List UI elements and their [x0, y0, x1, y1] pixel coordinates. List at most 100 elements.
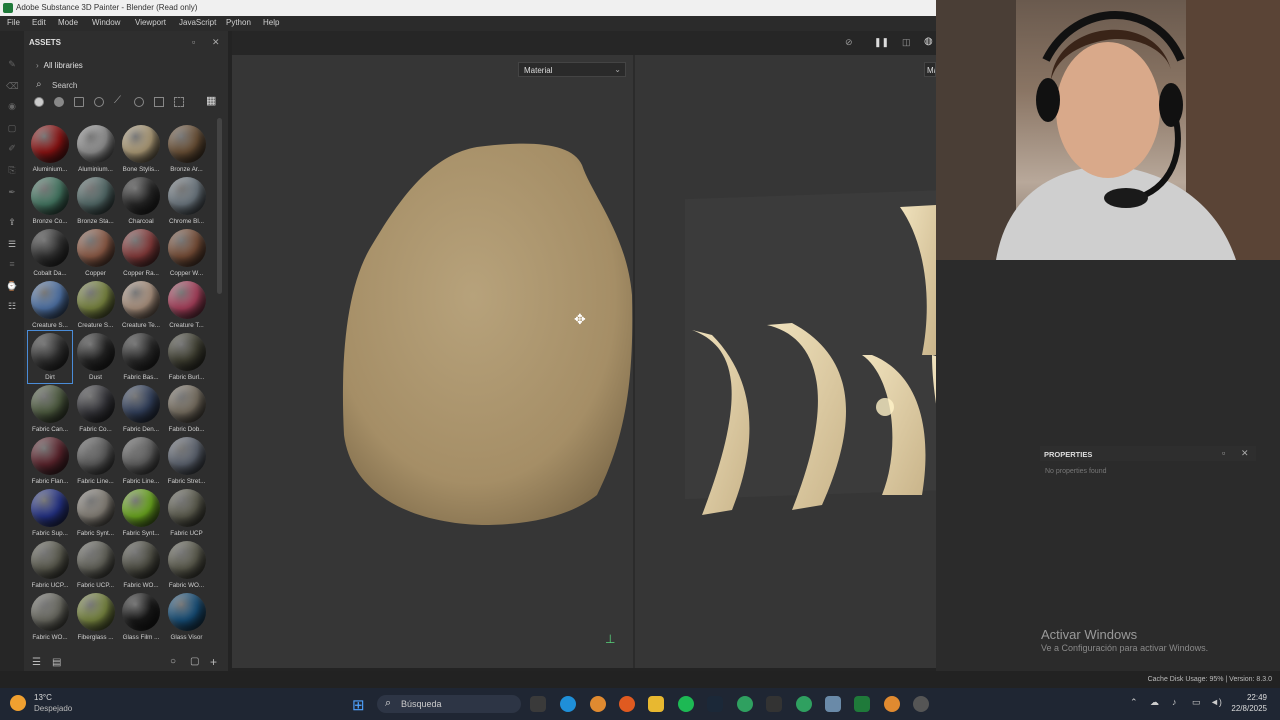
menu-edit[interactable]: Edit	[32, 18, 46, 27]
float-panel-icon[interactable]: ▫	[1222, 448, 1225, 458]
menu-help[interactable]: Help	[263, 18, 279, 27]
add-icon[interactable]: +	[210, 655, 217, 669]
asset-tile[interactable]: Copper	[74, 227, 118, 279]
asset-tile[interactable]: Aluminium...	[28, 123, 72, 175]
chrome-profile-icon[interactable]	[796, 696, 812, 712]
display-settings-icon[interactable]: ☷	[6, 301, 18, 311]
asset-tile[interactable]: Fabric Sup...	[28, 487, 72, 539]
paint-brush-icon[interactable]: ✎	[6, 59, 18, 69]
menu-window[interactable]: Window	[92, 18, 120, 27]
edge-icon[interactable]	[560, 696, 576, 712]
new-window-icon[interactable]: ▢	[190, 656, 199, 667]
visibility-icon[interactable]: ⊘	[845, 37, 853, 48]
weather-icon[interactable]	[10, 695, 26, 711]
material-dropdown[interactable]: Material ⌄	[518, 62, 626, 77]
asset-tile[interactable]: Creature Te...	[119, 279, 163, 331]
picker-icon[interactable]: ✒	[6, 187, 18, 197]
asset-tile[interactable]: Bronze Ar...	[165, 123, 209, 175]
asset-tile[interactable]: Fabric Line...	[74, 435, 118, 487]
viewport-divider[interactable]	[633, 55, 635, 668]
asset-tile[interactable]: Fabric Burl...	[165, 331, 209, 383]
float-panel-icon[interactable]: ▫	[192, 37, 195, 47]
blender-2-icon[interactable]	[884, 696, 900, 712]
clone-icon[interactable]: ⎘	[6, 165, 18, 175]
asset-tile[interactable]: Dirt	[27, 330, 73, 384]
assets-scrollbar[interactable]	[217, 118, 222, 294]
obs-icon[interactable]	[913, 696, 929, 712]
projection-icon[interactable]: ◉	[6, 101, 18, 111]
asset-tile[interactable]: Fabric Line...	[119, 435, 163, 487]
asset-tile[interactable]: Cobalt Da...	[28, 227, 72, 279]
filter-generator-icon[interactable]	[94, 97, 104, 107]
asset-tile[interactable]: Fabric UCP	[165, 487, 209, 539]
camera-icon[interactable]: ◍	[924, 36, 933, 47]
filter-environment-icon[interactable]	[174, 97, 184, 107]
asset-tile[interactable]: Fabric Synt...	[119, 487, 163, 539]
asset-tile[interactable]: Chrome Bl...	[165, 175, 209, 227]
clock-date[interactable]: 22/8/2025	[1231, 704, 1267, 713]
assets-search[interactable]: ⌕ Search	[32, 78, 220, 92]
asset-tile[interactable]: Glass Film ...	[119, 591, 163, 643]
filter-mask-icon[interactable]	[74, 97, 84, 107]
taskbar-search[interactable]: ⌕ Búsqueda	[377, 695, 521, 713]
split-view-icon[interactable]: ◫	[902, 37, 911, 48]
list-view-icon[interactable]: ☰	[32, 657, 41, 668]
photos-icon[interactable]	[825, 696, 841, 712]
windows-start-icon[interactable]: ⊞	[352, 696, 365, 714]
menu-python[interactable]: Python	[226, 18, 251, 27]
microphone-icon[interactable]: ♪	[1172, 697, 1177, 707]
asset-tile[interactable]: Charcoal	[119, 175, 163, 227]
chevron-up-icon[interactable]: ⌃	[1130, 697, 1138, 708]
menu-file[interactable]: File	[7, 18, 20, 27]
asset-tile[interactable]: Dust	[74, 331, 118, 383]
asset-tile[interactable]: Fabric Den...	[119, 383, 163, 435]
asset-tile[interactable]: Aluminium...	[74, 123, 118, 175]
unity-icon[interactable]	[766, 696, 782, 712]
menu-viewport[interactable]: Viewport	[135, 18, 166, 27]
file-explorer-icon[interactable]	[648, 696, 664, 712]
libraries-tree[interactable]: › All libraries	[36, 61, 83, 70]
steam-icon[interactable]	[707, 696, 723, 712]
filter-material-icon[interactable]	[34, 97, 44, 107]
asset-tile[interactable]: Fabric Dob...	[165, 383, 209, 435]
asset-tile[interactable]: Bronze Sta...	[74, 175, 118, 227]
asset-tile[interactable]: Fabric Co...	[74, 383, 118, 435]
geometry-mask-icon[interactable]: ▢	[6, 123, 18, 133]
filter-smart-material-icon[interactable]	[54, 97, 64, 107]
asset-tile[interactable]: Bone Stylis...	[119, 123, 163, 175]
texture-set-icon[interactable]: ≡	[6, 259, 18, 269]
asset-tile[interactable]: Creature T...	[165, 279, 209, 331]
asset-tile[interactable]: Creature S...	[28, 279, 72, 331]
clock-time[interactable]: 22:49	[1247, 693, 1267, 702]
asset-tile[interactable]: Copper Ra...	[119, 227, 163, 279]
asset-tile[interactable]: Fabric Flan...	[28, 435, 72, 487]
asset-tile[interactable]: Fiberglass ...	[74, 591, 118, 643]
asset-tile[interactable]: Bronze Co...	[28, 175, 72, 227]
filter-brush-icon[interactable]: ⟋	[114, 95, 124, 106]
asset-tile[interactable]: Glass Visor	[165, 591, 209, 643]
asset-tile[interactable]: Creature S...	[74, 279, 118, 331]
spotify-icon[interactable]	[678, 696, 694, 712]
filter-texture-icon[interactable]	[154, 97, 164, 107]
asset-tile[interactable]: Fabric Bas...	[119, 331, 163, 383]
asset-tile[interactable]: Fabric Synt...	[74, 487, 118, 539]
asset-tile[interactable]: Copper W...	[165, 227, 209, 279]
blender-icon[interactable]	[590, 696, 606, 712]
uv-material-dropdown[interactable]: Ma	[924, 62, 936, 77]
asset-tile[interactable]: Fabric UCP...	[74, 539, 118, 591]
substance-painter-icon[interactable]	[854, 696, 870, 712]
smudge-icon[interactable]: ✐	[6, 143, 18, 153]
viewport-3d[interactable]: ✥ ⊥ ⊥	[232, 55, 936, 668]
chrome-icon[interactable]	[737, 696, 753, 712]
asset-tile[interactable]: Fabric WO...	[119, 539, 163, 591]
asset-tile[interactable]: Fabric Stret...	[165, 435, 209, 487]
volume-icon[interactable]: ◄)	[1210, 697, 1222, 707]
menu-javascript[interactable]: JavaScript	[179, 18, 216, 27]
close-icon[interactable]: ✕	[1241, 448, 1249, 459]
asset-tile[interactable]: Fabric Can...	[28, 383, 72, 435]
pause-icon[interactable]: ❚❚	[874, 37, 889, 48]
folder-view-icon[interactable]: ▤	[52, 657, 61, 668]
firefox-icon[interactable]	[619, 696, 635, 712]
close-icon[interactable]: ✕	[212, 37, 220, 48]
layers-icon[interactable]: ☰	[6, 239, 18, 249]
